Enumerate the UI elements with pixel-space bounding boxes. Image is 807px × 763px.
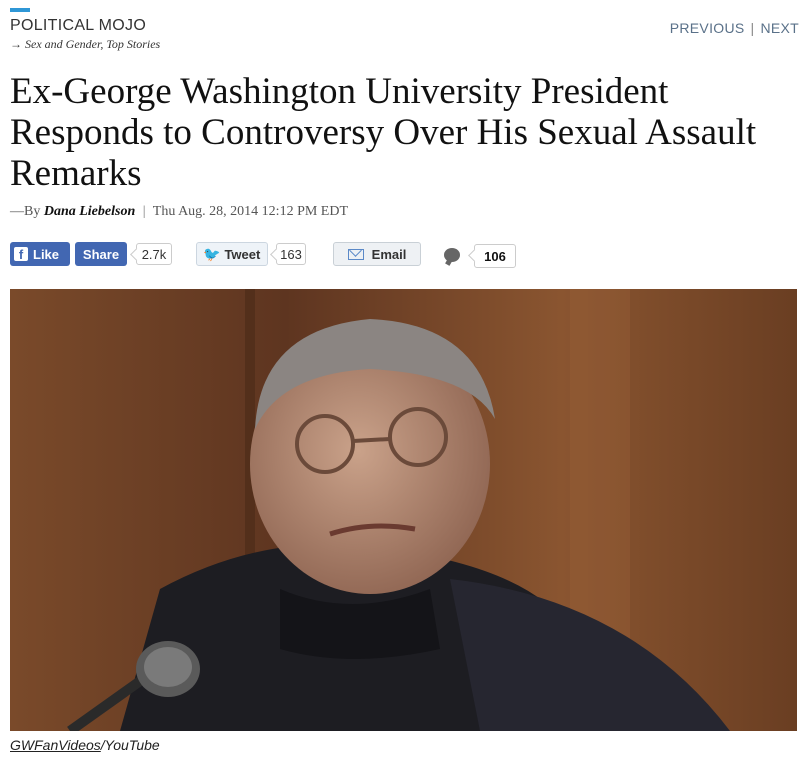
photo-caption: GWFanVideos/YouTube (10, 737, 160, 753)
tags-arrow: → (10, 37, 22, 51)
caption-source-link[interactable]: GWFanVideos (10, 737, 101, 753)
email-button[interactable]: Email (333, 242, 421, 266)
section-label[interactable]: POLITICAL MOJO (10, 17, 146, 35)
byline-separator: | (142, 204, 146, 219)
byline-prefix: —By (10, 204, 41, 219)
facebook-share-label: Share (82, 246, 120, 262)
speaker-photo (10, 289, 797, 731)
author-link[interactable]: Dana Liebelson (44, 204, 135, 219)
email-envelope-icon (347, 248, 364, 260)
publish-date: Thu Aug. 28, 2014 12:12 PM EDT (152, 204, 349, 219)
section-link[interactable]: POLITICAL MOJO (10, 17, 146, 34)
tag-link-sex-and-gender[interactable]: Sex and Gender (25, 37, 100, 51)
email-label: Email (371, 246, 407, 262)
next-link[interactable]: NEXT (760, 20, 799, 36)
pager-separator: | (750, 20, 755, 36)
microphone-grille (144, 647, 192, 687)
previous-link[interactable]: PREVIOUS (670, 20, 745, 36)
twitter-bird-icon: 🐦 (203, 245, 221, 262)
caption-rest: /YouTube (100, 737, 160, 753)
glasses-bridge (352, 437, 391, 443)
byline: —By Dana Liebelson | Thu Aug. 28, 2014 1… (10, 204, 348, 220)
article-pager: PREVIOUS | NEXT (670, 20, 799, 36)
tweet-label: Tweet (224, 246, 261, 262)
facebook-like-button[interactable]: f Like (10, 242, 70, 266)
tweet-button[interactable]: 🐦 Tweet (196, 242, 268, 266)
facebook-like-label: Like (33, 246, 60, 262)
headline: Ex-George Washington University Presiden… (10, 71, 757, 194)
facebook-share-count: 2.7k (136, 243, 172, 265)
comment-bubble-icon[interactable] (444, 248, 460, 262)
tag-list: → Sex and Gender, Top Stories (10, 37, 160, 52)
facebook-icon: f (14, 247, 28, 262)
comment-count[interactable]: 106 (474, 244, 516, 268)
tag-link-top-stories[interactable]: Top Stories (106, 37, 160, 51)
article-photo (10, 289, 797, 731)
tweet-count: 163 (276, 243, 306, 265)
section-accent-bar (10, 8, 30, 12)
facebook-share-button[interactable]: Share (75, 242, 127, 266)
